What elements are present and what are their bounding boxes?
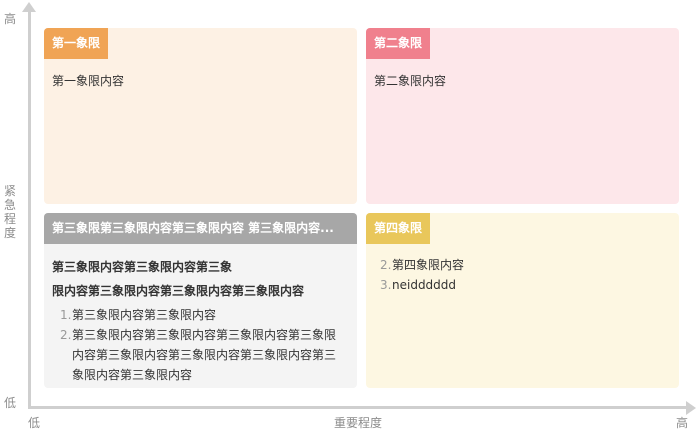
list-item: 2. 第三象限内容第三象限内容第三象限内容第三象限内容第三象限内容第三象限内容第… <box>52 325 347 385</box>
y-axis-title: 紧急程度 <box>3 184 16 240</box>
list-item-text: 第四象限内容 <box>392 258 465 272</box>
x-axis <box>28 406 688 409</box>
quadrant-1-text: 第一象限内容 <box>52 74 125 88</box>
quadrant-2-text: 第二象限内容 <box>374 74 447 88</box>
y-axis-low-label: 低 <box>4 396 17 410</box>
list-item-text: neidddddd <box>392 278 457 292</box>
quadrant-3[interactable]: 第三象限第三象限内容第三象限内容 第三象限内容... 第三象限内容第三象限内容第… <box>44 213 357 388</box>
list-item: 3. neidddddd <box>372 275 669 295</box>
list-item-text: 第三象限内容第三象限内容第三象限内容第三象限内容第三象限内容第三象限内容第三象限… <box>72 328 337 382</box>
quadrant-3-title[interactable]: 第三象限第三象限内容第三象限内容 第三象限内容... <box>44 213 357 244</box>
quadrant-4-content[interactable]: 2. 第四象限内容 3. neidddddd <box>372 255 669 295</box>
quadrant-4-title[interactable]: 第四象限 <box>366 213 431 244</box>
quadrant-1-content[interactable]: 第一象限内容 <box>52 71 347 91</box>
y-axis-high-label: 高 <box>4 12 17 26</box>
quadrant-3-content[interactable]: 第三象限内容第三象限内容第三象 限内容第三象限内容第三象限内容第三象限内容 1.… <box>52 257 347 385</box>
y-axis <box>28 10 31 409</box>
quadrant-2[interactable]: 第二象限 第二象限内容 <box>366 28 679 204</box>
quadrant-4-list: 2. 第四象限内容 3. neidddddd <box>372 255 669 295</box>
x-axis-arrow <box>686 401 696 415</box>
quadrant-3-bold-line-1: 第三象限内容第三象限内容第三象 <box>52 260 233 274</box>
quadrant-1[interactable]: 第一象限 第一象限内容 <box>44 28 357 204</box>
x-axis-title: 重要程度 <box>333 416 382 430</box>
list-item-number: 3. <box>380 278 392 292</box>
quadrant-3-list: 1. 第三象限内容第三象限内容 2. 第三象限内容第三象限内容第三象限内容第三象… <box>52 305 347 385</box>
x-axis-high-label: 高 <box>676 416 689 430</box>
quadrant-4[interactable]: 第四象限 2. 第四象限内容 3. neidddddd <box>366 213 679 388</box>
quadrant-1-title[interactable]: 第一象限 <box>44 28 109 59</box>
quadrant-2-title[interactable]: 第二象限 <box>366 28 431 59</box>
list-item: 2. 第四象限内容 <box>372 255 669 275</box>
list-item-number: 2. <box>60 328 72 342</box>
quadrant-3-bold-line-2: 限内容第三象限内容第三象限内容第三象限内容 <box>52 284 305 298</box>
list-item-number: 2. <box>380 258 392 272</box>
list-item-number: 1. <box>60 308 72 322</box>
list-item-text: 第三象限内容第三象限内容 <box>72 308 217 322</box>
quadrant-2-content[interactable]: 第二象限内容 <box>374 71 669 91</box>
list-item: 1. 第三象限内容第三象限内容 <box>52 305 347 325</box>
